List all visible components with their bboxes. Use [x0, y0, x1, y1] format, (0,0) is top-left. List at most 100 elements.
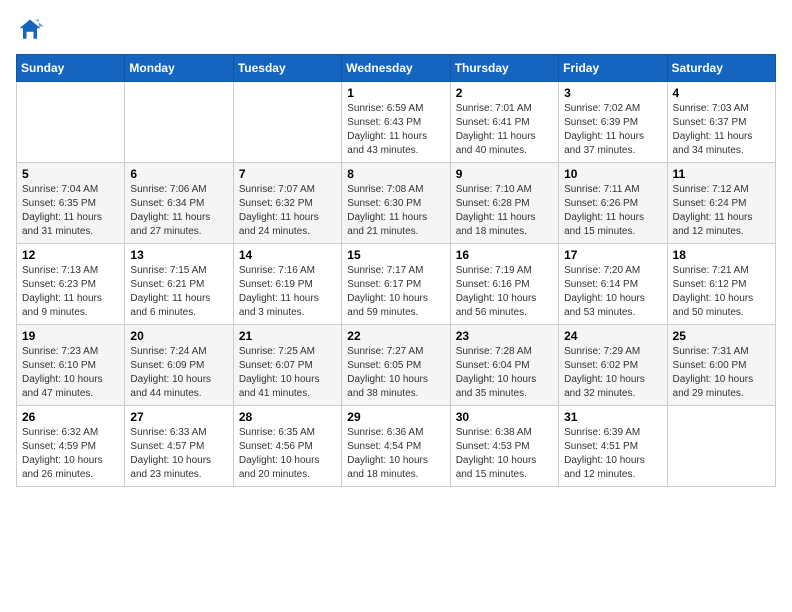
day-info: Sunrise: 7:01 AM Sunset: 6:41 PM Dayligh… — [456, 102, 553, 158]
calendar-cell: 14 Sunrise: 7:16 AM Sunset: 6:19 PM Dayli… — [233, 244, 341, 325]
calendar-week-4: 19 Sunrise: 7:23 AM Sunset: 6:10 PM Dayli… — [17, 325, 776, 406]
day-info: Sunrise: 7:04 AM Sunset: 6:35 PM Dayligh… — [22, 183, 119, 239]
calendar-cell: 2 Sunrise: 7:01 AM Sunset: 6:41 PM Daylig… — [450, 82, 558, 163]
calendar-week-2: 5 Sunrise: 7:04 AM Sunset: 6:35 PM Daylig… — [17, 163, 776, 244]
calendar-cell — [17, 82, 125, 163]
day-info: Sunrise: 7:17 AM Sunset: 6:17 PM Dayligh… — [347, 264, 444, 320]
calendar-cell: 26Sunrise: 6:32 AM Sunset: 4:59 PM Dayli… — [17, 406, 125, 487]
calendar-cell: 1Sunrise: 6:59 AM Sunset: 6:43 PM Daylig… — [342, 82, 450, 163]
day-info: Sunrise: 7:03 AM Sunset: 6:37 PM Dayligh… — [673, 102, 770, 158]
day-number: 2 — [456, 86, 553, 100]
calendar-cell: 6 Sunrise: 7:06 AM Sunset: 6:34 PM Daylig… — [125, 163, 233, 244]
day-info: Sunrise: 7:28 AM Sunset: 6:04 PM Dayligh… — [456, 345, 553, 401]
calendar-body: 1Sunrise: 6:59 AM Sunset: 6:43 PM Daylig… — [17, 82, 776, 487]
day-info: Sunrise: 7:23 AM Sunset: 6:10 PM Dayligh… — [22, 345, 119, 401]
day-info: Sunrise: 7:12 AM Sunset: 6:24 PM Dayligh… — [673, 183, 770, 239]
day-info: Sunrise: 7:31 AM Sunset: 6:00 PM Dayligh… — [673, 345, 770, 401]
calendar-cell: 3 Sunrise: 7:02 AM Sunset: 6:39 PM Daylig… — [559, 82, 667, 163]
day-number: 22 — [347, 329, 444, 343]
weekday-header-saturday: Saturday — [667, 55, 775, 82]
day-info: Sunrise: 7:06 AM Sunset: 6:34 PM Dayligh… — [130, 183, 227, 239]
day-info: Sunrise: 7:15 AM Sunset: 6:21 PM Dayligh… — [130, 264, 227, 320]
day-info: Sunrise: 7:16 AM Sunset: 6:19 PM Dayligh… — [239, 264, 336, 320]
logo-icon — [16, 16, 44, 44]
day-info: Sunrise: 6:35 AM Sunset: 4:56 PM Dayligh… — [239, 426, 336, 482]
calendar-cell: 8 Sunrise: 7:08 AM Sunset: 6:30 PM Daylig… — [342, 163, 450, 244]
calendar-cell: 12 Sunrise: 7:13 AM Sunset: 6:23 PM Dayli… — [17, 244, 125, 325]
day-number: 7 — [239, 167, 336, 181]
day-info: Sunrise: 7:07 AM Sunset: 6:32 PM Dayligh… — [239, 183, 336, 239]
calendar-cell: 30 Sunrise: 6:38 AM Sunset: 4:53 PM Dayli… — [450, 406, 558, 487]
day-number: 25 — [673, 329, 770, 343]
calendar-cell: 21Sunrise: 7:25 AM Sunset: 6:07 PM Dayli… — [233, 325, 341, 406]
calendar-cell — [125, 82, 233, 163]
weekday-header-sunday: Sunday — [17, 55, 125, 82]
logo — [16, 16, 48, 44]
day-number: 14 — [239, 248, 336, 262]
day-info: Sunrise: 7:24 AM Sunset: 6:09 PM Dayligh… — [130, 345, 227, 401]
calendar-cell: 5 Sunrise: 7:04 AM Sunset: 6:35 PM Daylig… — [17, 163, 125, 244]
calendar-cell: 13 Sunrise: 7:15 AM Sunset: 6:21 PM Dayli… — [125, 244, 233, 325]
calendar-cell: 17 Sunrise: 7:20 AM Sunset: 6:14 PM Dayli… — [559, 244, 667, 325]
day-number: 20 — [130, 329, 227, 343]
calendar-cell: 22 Sunrise: 7:27 AM Sunset: 6:05 PM Dayli… — [342, 325, 450, 406]
day-info: Sunrise: 7:08 AM Sunset: 6:30 PM Dayligh… — [347, 183, 444, 239]
day-number: 16 — [456, 248, 553, 262]
calendar-cell: 15 Sunrise: 7:17 AM Sunset: 6:17 PM Dayli… — [342, 244, 450, 325]
calendar-cell: 23 Sunrise: 7:28 AM Sunset: 6:04 PM Dayli… — [450, 325, 558, 406]
day-number: 29 — [347, 410, 444, 424]
calendar-header: SundayMondayTuesdayWednesdayThursdayFrid… — [17, 55, 776, 82]
day-number: 13 — [130, 248, 227, 262]
day-info: Sunrise: 6:36 AM Sunset: 4:54 PM Dayligh… — [347, 426, 444, 482]
calendar: SundayMondayTuesdayWednesdayThursdayFrid… — [16, 54, 776, 487]
day-info: Sunrise: 7:29 AM Sunset: 6:02 PM Dayligh… — [564, 345, 661, 401]
calendar-cell: 10 Sunrise: 7:11 AM Sunset: 6:26 PM Dayli… — [559, 163, 667, 244]
day-number: 28 — [239, 410, 336, 424]
day-number: 31 — [564, 410, 661, 424]
day-info: Sunrise: 6:39 AM Sunset: 4:51 PM Dayligh… — [564, 426, 661, 482]
day-number: 19 — [22, 329, 119, 343]
day-number: 15 — [347, 248, 444, 262]
day-info: Sunrise: 7:20 AM Sunset: 6:14 PM Dayligh… — [564, 264, 661, 320]
calendar-cell: 24 Sunrise: 7:29 AM Sunset: 6:02 PM Dayli… — [559, 325, 667, 406]
calendar-week-1: 1Sunrise: 6:59 AM Sunset: 6:43 PM Daylig… — [17, 82, 776, 163]
day-number: 24 — [564, 329, 661, 343]
day-info: Sunrise: 6:32 AM Sunset: 4:59 PM Dayligh… — [22, 426, 119, 482]
calendar-cell: 20 Sunrise: 7:24 AM Sunset: 6:09 PM Dayli… — [125, 325, 233, 406]
day-info: Sunrise: 7:27 AM Sunset: 6:05 PM Dayligh… — [347, 345, 444, 401]
day-number: 30 — [456, 410, 553, 424]
calendar-week-3: 12 Sunrise: 7:13 AM Sunset: 6:23 PM Dayli… — [17, 244, 776, 325]
weekday-header-monday: Monday — [125, 55, 233, 82]
day-number: 23 — [456, 329, 553, 343]
day-number: 5 — [22, 167, 119, 181]
day-info: Sunrise: 7:02 AM Sunset: 6:39 PM Dayligh… — [564, 102, 661, 158]
day-number: 4 — [673, 86, 770, 100]
day-number: 8 — [347, 167, 444, 181]
day-number: 27 — [130, 410, 227, 424]
calendar-cell — [233, 82, 341, 163]
day-number: 3 — [564, 86, 661, 100]
day-info: Sunrise: 7:21 AM Sunset: 6:12 PM Dayligh… — [673, 264, 770, 320]
calendar-cell: 11 Sunrise: 7:12 AM Sunset: 6:24 PM Dayli… — [667, 163, 775, 244]
day-number: 9 — [456, 167, 553, 181]
weekday-header-wednesday: Wednesday — [342, 55, 450, 82]
day-info: Sunrise: 7:11 AM Sunset: 6:26 PM Dayligh… — [564, 183, 661, 239]
calendar-cell: 25 Sunrise: 7:31 AM Sunset: 6:00 PM Dayli… — [667, 325, 775, 406]
day-info: Sunrise: 6:38 AM Sunset: 4:53 PM Dayligh… — [456, 426, 553, 482]
day-number: 11 — [673, 167, 770, 181]
calendar-cell: 28 Sunrise: 6:35 AM Sunset: 4:56 PM Dayli… — [233, 406, 341, 487]
calendar-cell: 29 Sunrise: 6:36 AM Sunset: 4:54 PM Dayli… — [342, 406, 450, 487]
day-number: 10 — [564, 167, 661, 181]
day-number: 17 — [564, 248, 661, 262]
calendar-cell: 9 Sunrise: 7:10 AM Sunset: 6:28 PM Daylig… — [450, 163, 558, 244]
calendar-cell: 31 Sunrise: 6:39 AM Sunset: 4:51 PM Dayli… — [559, 406, 667, 487]
day-info: Sunrise: 7:10 AM Sunset: 6:28 PM Dayligh… — [456, 183, 553, 239]
day-number: 12 — [22, 248, 119, 262]
day-number: 21 — [239, 329, 336, 343]
day-info: Sunrise: 7:13 AM Sunset: 6:23 PM Dayligh… — [22, 264, 119, 320]
day-info: Sunrise: 6:33 AM Sunset: 4:57 PM Dayligh… — [130, 426, 227, 482]
calendar-cell: 4 Sunrise: 7:03 AM Sunset: 6:37 PM Daylig… — [667, 82, 775, 163]
weekday-header-friday: Friday — [559, 55, 667, 82]
calendar-cell: 16Sunrise: 7:19 AM Sunset: 6:16 PM Dayli… — [450, 244, 558, 325]
day-number: 6 — [130, 167, 227, 181]
